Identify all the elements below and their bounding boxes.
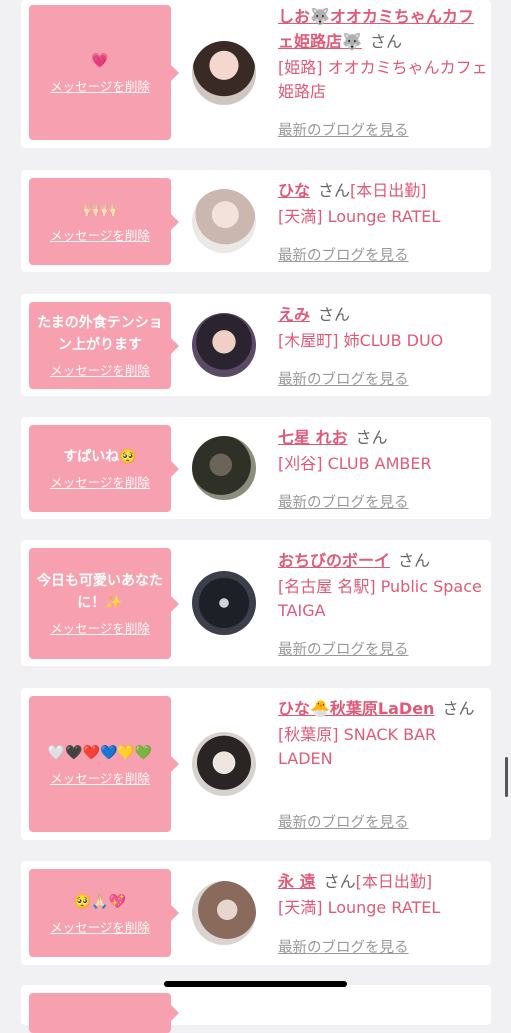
home-indicator[interactable]: [164, 981, 347, 987]
user-name-link[interactable]: ひな: [278, 181, 310, 200]
latest-blog-link[interactable]: 最新のブログを見る: [278, 368, 409, 389]
message-bubble: 🥺🙏🏻💖 メッセージを削除: [29, 869, 179, 957]
avatar[interactable]: [192, 313, 256, 377]
scrollbar[interactable]: [505, 757, 508, 797]
message-text: 今日も可愛いあなたに！✨: [37, 573, 163, 611]
user-name-link[interactable]: ひな🐣秋葉原LaDen: [278, 699, 434, 718]
delete-message-link[interactable]: メッセージを削除: [50, 76, 150, 95]
message-text: 🥺🙏🏻💖: [73, 893, 127, 910]
message-bubble: 💗 メッセージを削除: [29, 5, 179, 140]
list-item: 今日も可愛いあなたに！✨ メッセージを削除 おちびのボーイ さん [名古屋 名駅]…: [21, 540, 491, 666]
delete-message-link[interactable]: メッセージを削除: [50, 618, 150, 637]
avatar[interactable]: [192, 732, 256, 796]
message-text: 💗: [91, 53, 109, 69]
list-item: すぱいね🥺 メッセージを削除 七星 れお さん [刈谷] CLUB AMBER 最…: [21, 417, 491, 519]
message-bubble: たまの外食テンション上がります メッセージを削除: [29, 302, 179, 389]
message-text: 🙌🏻🙌🏻: [82, 202, 118, 218]
user-name-link[interactable]: えみ: [278, 305, 310, 324]
message-text: 🤍🖤❤️💙💛💚: [47, 744, 153, 761]
message-text: すぱいね🥺: [63, 449, 137, 465]
avatar[interactable]: [192, 436, 256, 500]
shop-name: [秋葉原] SNACK BAR LADEN: [278, 725, 437, 768]
latest-blog-link[interactable]: 最新のブログを見る: [278, 491, 409, 512]
message-bubble: 🤍🖤❤️💙💛💚 メッセージを削除: [29, 696, 179, 832]
honorific: さん: [323, 872, 356, 891]
latest-blog-link[interactable]: 最新のブログを見る: [278, 119, 409, 140]
user-name-link[interactable]: おちびのボーイ: [278, 551, 390, 570]
delete-message-link[interactable]: メッセージを削除: [50, 472, 150, 491]
avatar[interactable]: [192, 41, 256, 105]
latest-blog-link[interactable]: 最新のブログを見る: [278, 244, 409, 265]
message-bubble: [29, 993, 179, 1033]
list-item: [21, 985, 491, 1033]
message-bubble: 今日も可愛いあなたに！✨ メッセージを削除: [29, 548, 179, 659]
shop-name: [木屋町] 姉CLUB DUO: [278, 331, 444, 350]
shop-name: [名古屋 名駅] Public Space TAIGA: [278, 577, 482, 620]
shop-name: [天満] Lounge RATEL: [278, 898, 441, 917]
honorific: さん: [355, 428, 388, 447]
list-item: 🥺🙏🏻💖 メッセージを削除 永 遠さん[本日出勤] [天満] Lounge RA…: [21, 861, 491, 965]
delete-message-link[interactable]: メッセージを削除: [50, 360, 150, 379]
latest-blog-link[interactable]: 最新のブログを見る: [278, 638, 409, 659]
honorific: さん: [318, 181, 351, 200]
list-item: たまの外食テンション上がります メッセージを削除 えみ さん [木屋町] 姉CLU…: [21, 294, 491, 396]
honorific: さん: [442, 699, 475, 718]
user-name-link[interactable]: 七星 れお: [278, 428, 348, 447]
message-text: たまの外食テンション上がります: [37, 315, 163, 353]
message-bubble: すぱいね🥺 メッセージを削除: [29, 425, 179, 512]
delete-message-link[interactable]: メッセージを削除: [50, 917, 150, 936]
delete-message-link[interactable]: メッセージを削除: [50, 768, 150, 787]
avatar[interactable]: [192, 881, 256, 945]
list-item: 🤍🖤❤️💙💛💚 メッセージを削除 ひな🐣秋葉原LaDen さん [秋葉原] SNA…: [21, 688, 491, 840]
honorific: さん: [398, 551, 431, 570]
shop-name: [姫路] オオカミちゃんカフェ姫路店: [278, 58, 488, 101]
user-name-link[interactable]: 永 遠: [278, 872, 316, 891]
status-tag: [本日出勤]: [350, 181, 427, 200]
delete-message-link[interactable]: メッセージを削除: [50, 225, 150, 244]
list-item: 🙌🏻🙌🏻 メッセージを削除 ひな さん[本日出勤] [天満] Lounge RAT…: [21, 170, 491, 272]
status-tag: [本日出勤]: [355, 872, 433, 891]
message-bubble: 🙌🏻🙌🏻 メッセージを削除: [29, 178, 179, 265]
latest-blog-link[interactable]: 最新のブログを見る: [278, 936, 409, 957]
shop-name: [天満] Lounge RATEL: [278, 207, 441, 226]
shop-name: [刈谷] CLUB AMBER: [278, 454, 432, 473]
latest-blog-link[interactable]: 最新のブログを見る: [278, 811, 409, 832]
honorific: さん: [318, 305, 351, 324]
avatar[interactable]: [192, 189, 256, 253]
list-item: 💗 メッセージを削除 しお🐺オオカミちゃんカフェ姫路店🐺 さん [姫路] オオカミ…: [21, 0, 491, 148]
honorific: さん: [369, 32, 402, 51]
avatar[interactable]: [192, 571, 256, 635]
